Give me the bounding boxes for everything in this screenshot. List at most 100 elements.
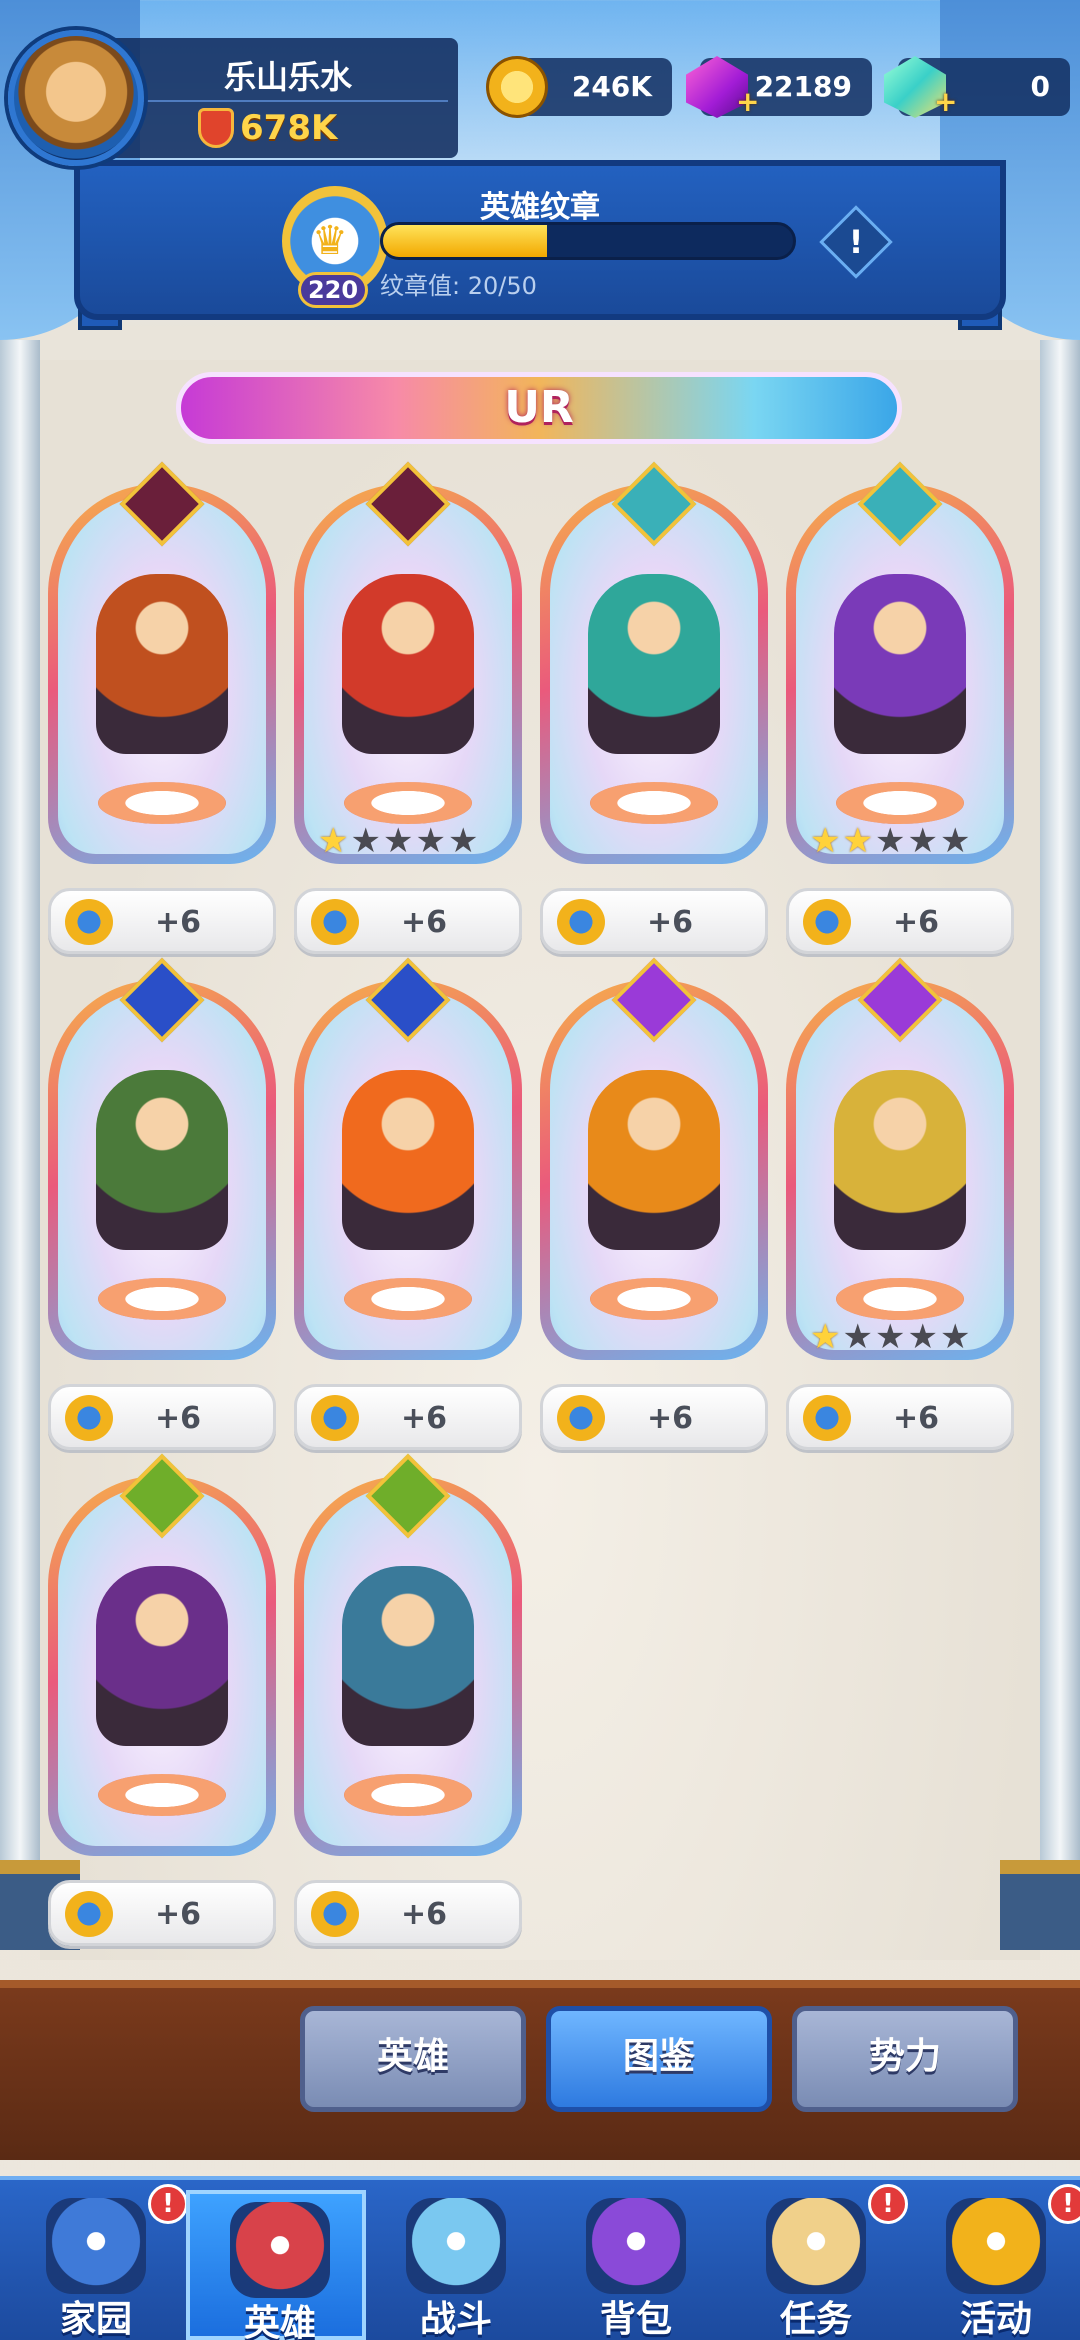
crown-icon: [311, 1395, 359, 1441]
nav-label: 战斗: [419, 2299, 492, 2340]
hero-card[interactable]: [48, 957, 276, 1360]
add-crystal-icon[interactable]: +: [934, 88, 1072, 116]
star-rating: ★ ★ ★ ★ ★: [810, 1320, 990, 1354]
crown-icon: [65, 1891, 113, 1937]
emblem-bonus-pill: +6: [786, 1384, 1014, 1450]
pedestal: [836, 782, 964, 824]
treant-dragon-hero-art: [342, 1566, 474, 1746]
bonus-value: +6: [155, 1401, 202, 1436]
winged-paladin-hero-art: [834, 1070, 966, 1250]
rarity-label: UR: [504, 382, 574, 433]
gold-currency[interactable]: 246K: [486, 56, 672, 118]
shield-power-icon: [198, 108, 234, 148]
nav-scroll[interactable]: 任务 !: [726, 2184, 908, 2340]
star-rating: [318, 1816, 498, 1850]
laurel-crown-icon: [946, 2198, 1046, 2294]
hero-card[interactable]: [48, 1453, 276, 1856]
star-rating: [564, 824, 744, 858]
pedestal: [590, 782, 718, 824]
crown-icon: [65, 899, 113, 945]
tab-codex[interactable]: 图鉴: [546, 2006, 772, 2112]
pedestal: [590, 1278, 718, 1320]
crown-icon: [65, 1395, 113, 1441]
pedestal: [98, 1278, 226, 1320]
crown-icon: [557, 1395, 605, 1441]
nav-backpack[interactable]: 背包: [546, 2190, 726, 2340]
star-icon: ★: [874, 821, 906, 861]
player-profile[interactable]: 乐山乐水 678K: [8, 30, 458, 166]
nav-laurel-crown[interactable]: 活动 !: [906, 2184, 1080, 2340]
star-rating: [72, 824, 252, 858]
star-rating: ★ ★ ★ ★ ★: [318, 824, 498, 858]
crown-icon: [311, 1891, 359, 1937]
phoenix-spirit-hero-art: [342, 1070, 474, 1250]
left-pillar: [0, 340, 40, 1900]
hero-card[interactable]: ★ ★ ★ ★ ★: [294, 461, 522, 864]
emblem-title: 英雄纹章: [480, 190, 600, 225]
emblem-bonus-pill: +6: [48, 1384, 276, 1450]
card-inner: [58, 1486, 266, 1846]
hero-card[interactable]: [294, 1453, 522, 1856]
bonus-value: +6: [647, 1401, 694, 1436]
alert-badge: !: [148, 2184, 188, 2224]
hero-card[interactable]: ★ ★ ★ ★ ★: [786, 957, 1014, 1360]
crossed-swords-icon: [406, 2198, 506, 2294]
emblem-bonus-pill: +6: [294, 1880, 522, 1946]
scroll-icon: [766, 2198, 866, 2294]
hero-card[interactable]: [48, 461, 276, 864]
crown-icon: [803, 899, 851, 945]
alert-badge: !: [868, 2184, 908, 2224]
nav-label: 背包: [599, 2299, 672, 2340]
right-pillar: [1040, 340, 1080, 1900]
tab-factions[interactable]: 势力: [792, 2006, 1018, 2112]
hero-card[interactable]: [540, 957, 768, 1360]
star-icon: ★: [382, 821, 414, 861]
nav-label: 任务: [779, 2299, 852, 2340]
gem-currency[interactable]: + 22189: [686, 56, 872, 118]
bonus-value: +6: [155, 905, 202, 940]
hero-card[interactable]: ★ ★ ★ ★ ★: [786, 461, 1014, 864]
nav-hero[interactable]: 英雄: [186, 2190, 366, 2340]
crystal-currency[interactable]: + 0: [884, 56, 1072, 118]
exclamation-icon: !: [848, 223, 864, 261]
crown-icon: [311, 899, 359, 945]
card-inner: [550, 494, 758, 854]
player-avatar[interactable]: [8, 30, 144, 166]
gold-value: 246K: [571, 70, 652, 103]
nav-crossed-swords[interactable]: 战斗: [366, 2190, 546, 2340]
bonus-value: +6: [893, 905, 940, 940]
emblem-value-text: 纹章值: 20/50: [380, 272, 537, 300]
hero-icon: [230, 2202, 330, 2298]
star-icon: ★: [810, 821, 841, 861]
star-rating: [72, 1816, 252, 1850]
player-name: 乐山乐水: [223, 58, 352, 96]
bonus-value: +6: [401, 905, 448, 940]
card-inner: [304, 494, 512, 854]
star-icon: ★: [842, 1317, 873, 1357]
card-inner: [550, 990, 758, 1350]
nav-label: 活动: [959, 2299, 1032, 2340]
card-inner: [304, 990, 512, 1350]
beast-rider-druid-hero-art: [96, 1566, 228, 1746]
hero-card[interactable]: [294, 957, 522, 1360]
hero-card[interactable]: [540, 461, 768, 864]
star-icon: ★: [907, 821, 938, 861]
card-inner: [58, 494, 266, 854]
pedestal: [344, 1774, 472, 1816]
gem-value: 22189: [754, 70, 852, 103]
emblem-bonus-pill: +6: [48, 1880, 276, 1946]
nav-home[interactable]: 家园 !: [6, 2184, 188, 2340]
star-icon: ★: [350, 821, 381, 861]
tab-heroes[interactable]: 英雄: [300, 2006, 526, 2112]
medusa-archer-hero-art: [96, 1070, 228, 1250]
star-rating: [564, 1320, 744, 1354]
crown-icon: [803, 1395, 851, 1441]
bonus-value: +6: [893, 1401, 940, 1436]
emblem-progress-fill: [383, 225, 547, 257]
alert-badge: !: [1048, 2184, 1080, 2224]
nav-label: 英雄: [243, 2303, 316, 2340]
horned-demon-hero-art: [96, 574, 228, 754]
golden-flame-knight-hero-art: [588, 1070, 720, 1250]
pedestal: [98, 782, 226, 824]
emblem-bonus-pill: +6: [294, 888, 522, 954]
